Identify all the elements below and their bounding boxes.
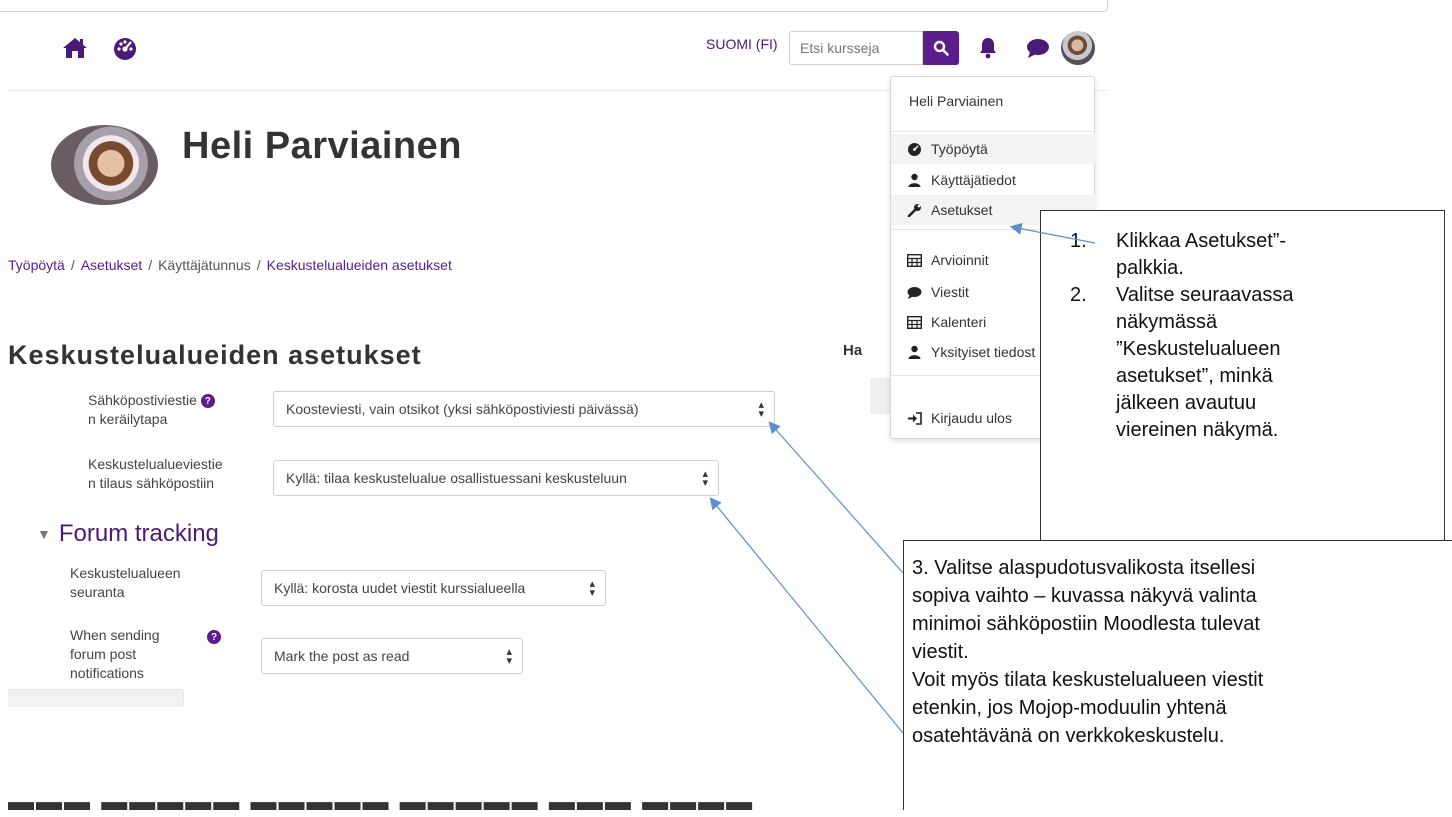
table-icon xyxy=(907,253,922,267)
arrow-to-subscription-select xyxy=(709,497,904,734)
chat-bubble-icon[interactable] xyxy=(1024,34,1052,62)
subscription-label: Keskustelualueviestie n tilaus sähköpost… xyxy=(88,456,223,491)
side-block-box xyxy=(870,378,890,414)
digest-type-label: Sähköpostiviestie ? n keräilytapa xyxy=(88,391,215,429)
select-arrows-icon: ▴ ▾ xyxy=(589,578,595,599)
forum-tracking-toggle[interactable]: ▼ Forum tracking xyxy=(37,520,219,548)
forum-tracking-select[interactable]: Kyllä: korosta uudet viestit kurssialuee… xyxy=(261,570,606,606)
select-arrows-icon: ▴ ▾ xyxy=(758,399,764,420)
instruction-step: 2. Valitse seuraavassa näkymässä ”Keskus… xyxy=(1070,284,1294,441)
forum-tracking-label: Keskustelualueen seuranta xyxy=(70,565,181,600)
instruction-callout-dropdown: 3. Valitse alaspudotusvalikosta itselles… xyxy=(903,540,1452,810)
search-button[interactable] xyxy=(923,31,959,65)
cropped-heading: ▬▬▬ ▬▬▬▬▬ ▬▬▬▬▬ ▬▬▬▬▬ ▬▬▬ ▬▬▬▬ xyxy=(8,786,755,816)
breadcrumb-settings[interactable]: Asetukset xyxy=(81,257,142,273)
tachometer-icon[interactable] xyxy=(110,35,140,61)
footer-bar xyxy=(8,689,184,707)
breadcrumb-forum-settings[interactable]: Keskustelualueiden asetukset xyxy=(267,257,452,273)
breadcrumb-account: Käyttäjätunnus xyxy=(158,257,251,273)
wrench-icon xyxy=(907,204,921,217)
chat-bubble-icon xyxy=(907,286,922,299)
home-icon[interactable] xyxy=(60,35,90,61)
course-search-input[interactable] xyxy=(789,31,923,65)
caret-down-icon: ▼ xyxy=(37,526,51,542)
arrow-to-digest-select xyxy=(768,421,904,574)
search-icon xyxy=(933,40,949,56)
bell-icon[interactable] xyxy=(977,34,999,62)
mark-read-select[interactable]: Mark the post as read ▴ ▾ xyxy=(261,638,523,674)
subscription-select[interactable]: Kyllä: tilaa keskustelualue osallistuess… xyxy=(273,460,719,496)
help-icon[interactable]: ? xyxy=(200,394,215,409)
menu-item-dashboard[interactable]: Työpöytä xyxy=(891,134,1096,164)
menu-item-profile[interactable]: Käyttäjätiedot xyxy=(891,165,1096,195)
instruction-callout-steps: 1. Klikkaa Asetukset”- palkkia. 2. Valits… xyxy=(1040,210,1445,541)
breadcrumb: Työpöytä / Asetukset / Käyttäjätunnus / Keskus… xyxy=(8,257,452,273)
digest-type-select[interactable]: Koosteviesti, vain otsikot (yksi sähköpo… xyxy=(273,391,775,427)
tachometer-icon xyxy=(908,143,921,156)
browser-frame-edge xyxy=(0,0,1108,12)
select-arrows-icon: ▴ ▾ xyxy=(702,468,708,489)
side-block-heading: Ha xyxy=(843,342,863,359)
user-avatar-button[interactable] xyxy=(1061,31,1095,65)
language-menu[interactable]: SUOMI (FI) xyxy=(706,36,778,52)
table-icon xyxy=(907,315,922,329)
section-heading: Keskustelualueiden asetukset xyxy=(8,340,422,370)
help-icon[interactable]: ? xyxy=(207,630,221,644)
breadcrumb-dashboard[interactable]: Työpöytä xyxy=(8,257,65,273)
instruction-step: 1. Klikkaa Asetukset”- palkkia. xyxy=(1070,230,1287,279)
profile-avatar xyxy=(51,125,158,205)
user-icon xyxy=(908,173,921,187)
user-icon xyxy=(908,345,921,359)
menu-divider xyxy=(891,131,1096,132)
select-arrows-icon: ▴ ▾ xyxy=(506,646,512,667)
profile-name: Heli Parviainen xyxy=(182,125,462,167)
mark-read-label: When sending forum post notifications xyxy=(70,627,160,681)
menu-user-name: Heli Parviainen xyxy=(909,93,1004,109)
sign-out-icon xyxy=(908,411,922,425)
